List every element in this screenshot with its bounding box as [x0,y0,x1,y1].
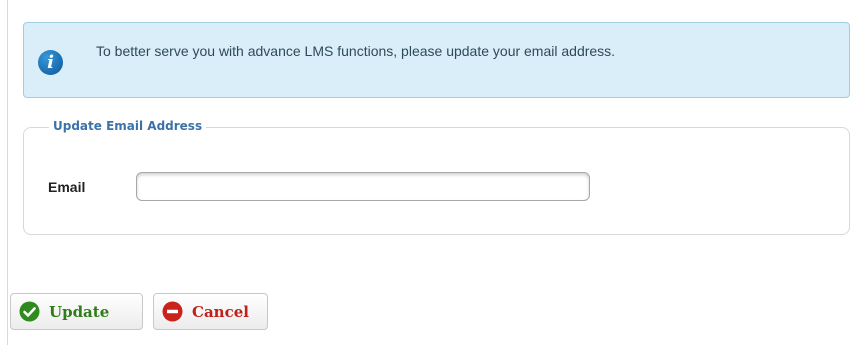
check-circle-icon [19,301,40,322]
fieldset-legend: Update Email Address [49,119,207,133]
update-button[interactable]: Update [10,293,143,330]
cancel-button[interactable]: Cancel [153,293,268,330]
info-icon: i [38,50,63,75]
minus-circle-icon [162,301,183,322]
update-button-label: Update [49,302,110,321]
left-divider [7,0,8,345]
update-email-fieldset: Update Email Address Email [23,119,850,235]
info-banner: i To better serve you with advance LMS f… [23,22,850,98]
email-field[interactable] [136,172,590,201]
email-label: Email [48,179,86,195]
update-email-page: i To better serve you with advance LMS f… [0,0,852,345]
info-message: To better serve you with advance LMS fun… [96,43,616,59]
cancel-button-label: Cancel [192,302,249,321]
